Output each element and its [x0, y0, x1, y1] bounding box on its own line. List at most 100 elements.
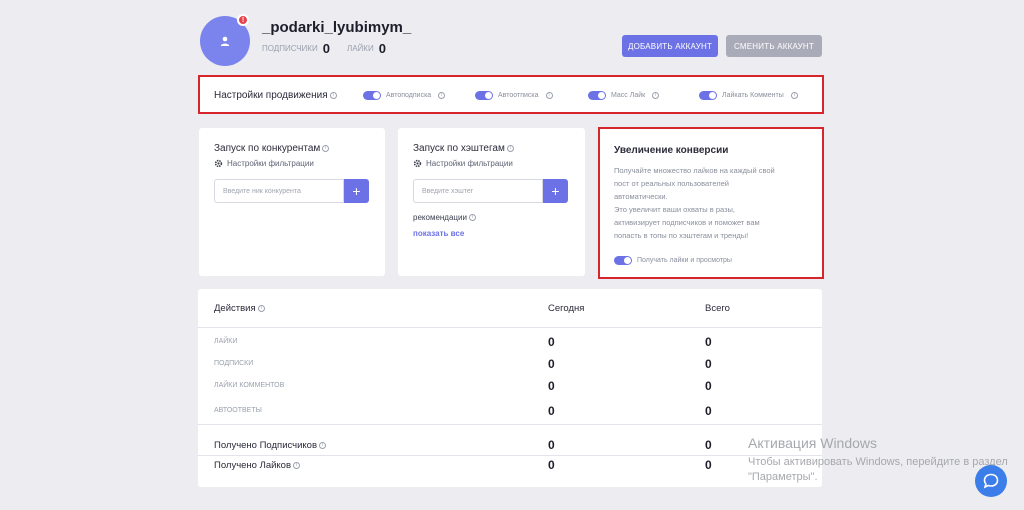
row-label: АВТООТВЕТЫ [214, 407, 262, 414]
notification-badge[interactable]: ! [237, 14, 249, 26]
competitors-title: Запуск по конкурентам i [214, 143, 330, 154]
competitor-input-group: Введите ник конкурента + [214, 179, 369, 203]
add-competitor-button[interactable]: + [344, 179, 369, 203]
conversion-description: Получайте множество лайков на каждый сво… [614, 164, 814, 242]
gear-icon [413, 159, 422, 168]
toggle-switch[interactable] [475, 91, 493, 100]
likes-count: 0 [378, 41, 386, 56]
recommendations: рекомендации i [413, 213, 476, 222]
row-total: 0 [705, 357, 712, 371]
section-divider [198, 424, 822, 425]
filter-settings-label: Настройки фильтрации [227, 159, 314, 168]
hashtags-card: Запуск по хэштегам i Настройки фильтрации… [398, 128, 585, 276]
switch-account-button[interactable]: СМЕНИТЬ АККАУНТ [726, 35, 822, 57]
toggle-switch[interactable] [699, 91, 717, 100]
received-likes-label: Получено Лайков [214, 460, 292, 471]
toggle-like-comments[interactable]: Лайкать Комменты i [699, 91, 798, 100]
info-icon[interactable]: i [329, 91, 337, 99]
row-label: ПОДПИСКИ [214, 360, 254, 367]
filter-settings-label: Настройки фильтрации [426, 159, 513, 168]
conversion-title: Увеличение конверсии [614, 145, 729, 156]
row-today: 0 [548, 357, 555, 371]
promotion-settings-bar: Настройки продвижения i Автоподписка i Авт… [198, 75, 824, 114]
profile-stats: подписчики 0 лайки 0 [262, 41, 386, 56]
followers-count: 0 [322, 41, 330, 56]
header-today: Сегодня [548, 303, 585, 314]
header-total: Всего [705, 303, 730, 314]
row-today: 0 [548, 404, 555, 418]
received-likes-today: 0 [548, 458, 555, 472]
info-icon[interactable]: i [319, 441, 326, 449]
received-followers-today: 0 [548, 438, 555, 452]
info-icon[interactable]: i [293, 461, 301, 469]
competitor-input[interactable]: Введите ник конкурента [214, 179, 344, 203]
row-today: 0 [548, 379, 555, 393]
gear-icon [214, 159, 223, 168]
actions-table: Действия i Сегодня Всего ЛАЙКИ 0 0 ПОДПИС… [198, 289, 822, 487]
toggle-get-likes-views-label: Получать лайки и просмотры [637, 257, 732, 264]
windows-activation-text: Чтобы активировать Windows, перейдите в … [748, 456, 1008, 483]
toggle-switch[interactable] [363, 91, 381, 100]
received-likes: Получено Лайков i [214, 460, 301, 471]
recommendations-label: рекомендации [413, 213, 467, 222]
conversion-text-line: пост от реальных пользователей [614, 179, 729, 188]
chat-button[interactable] [975, 465, 1007, 497]
received-followers: Получено Подписчиков i [214, 440, 326, 451]
received-likes-total: 0 [705, 458, 712, 472]
row-total: 0 [705, 379, 712, 393]
conversion-text-line: автоматически. [614, 192, 668, 201]
info-icon[interactable]: i [257, 304, 265, 312]
row-label: ЛАЙКИ КОММЕНТОВ [214, 382, 285, 389]
header-actions: Действия i [214, 303, 265, 314]
chat-icon [983, 473, 999, 489]
received-followers-total: 0 [705, 438, 712, 452]
header-divider [198, 327, 822, 328]
conversion-text-line: попасть в топы по хэштегам и тренды! [614, 231, 749, 240]
hashtag-input-group: Введите хэштег + [413, 179, 568, 203]
followers-label: подписчики [262, 44, 318, 53]
toggle-switch[interactable] [614, 256, 632, 265]
toggle-mass-like-label: Масс Лайк [611, 92, 646, 99]
conversion-text-line: активизирует подписчиков и поможет вам [614, 218, 760, 227]
add-hashtag-button[interactable]: + [543, 179, 568, 203]
received-followers-label: Получено Подписчиков [214, 440, 317, 451]
hashtags-filter-settings[interactable]: Настройки фильтрации [413, 159, 513, 168]
promotion-settings-label: Настройки продвижения [214, 90, 328, 101]
info-icon[interactable]: i [506, 144, 514, 152]
conversion-text-line: Получайте множество лайков на каждый сво… [614, 166, 775, 175]
toggle-get-likes-views[interactable]: Получать лайки и просмотры [614, 256, 732, 265]
toggle-autofollow-label: Автоподписка [386, 92, 432, 99]
info-icon[interactable]: i [438, 92, 446, 99]
toggle-like-comments-label: Лайкать Комменты [722, 92, 784, 99]
info-icon[interactable]: i [322, 144, 330, 152]
likes-label: лайки [346, 44, 374, 53]
add-account-button[interactable]: ДОБАВИТЬ АККАУНТ [622, 35, 718, 57]
row-total: 0 [705, 335, 712, 349]
toggle-autofollow[interactable]: Автоподписка i [363, 91, 446, 100]
info-icon[interactable]: i [468, 214, 476, 222]
conversion-text-line: Это увеличит ваши охваты в разы, [614, 205, 736, 214]
header-actions-label: Действия [214, 303, 256, 314]
toggle-mass-like[interactable]: Масс Лайк i [588, 91, 660, 100]
hashtag-input[interactable]: Введите хэштег [413, 179, 543, 203]
toggle-autounfollow-label: Автоотписка [498, 92, 539, 99]
promotion-settings-title: Настройки продвижения i [214, 90, 337, 101]
hashtags-title: Запуск по хэштегам i [413, 143, 514, 154]
user-icon [220, 36, 230, 46]
competitors-title-label: Запуск по конкурентам [214, 143, 321, 154]
info-icon[interactable]: i [652, 92, 660, 99]
conversion-card: Увеличение конверсии Получайте множество… [598, 127, 824, 279]
info-icon[interactable]: i [790, 92, 798, 99]
competitors-filter-settings[interactable]: Настройки фильтрации [214, 159, 314, 168]
hashtags-title-label: Запуск по хэштегам [413, 143, 505, 154]
competitors-card: Запуск по конкурентам i Настройки фильтра… [199, 128, 385, 276]
toggle-switch[interactable] [588, 91, 606, 100]
toggle-autounfollow[interactable]: Автоотписка i [475, 91, 553, 100]
row-total: 0 [705, 404, 712, 418]
info-icon[interactable]: i [545, 92, 553, 99]
show-all-link[interactable]: показать все [413, 229, 464, 238]
row-today: 0 [548, 335, 555, 349]
windows-activation-title: Активация Windows [748, 435, 878, 451]
username: _podarki_lyubimym_ [262, 19, 412, 36]
row-label: ЛАЙКИ [214, 338, 238, 345]
